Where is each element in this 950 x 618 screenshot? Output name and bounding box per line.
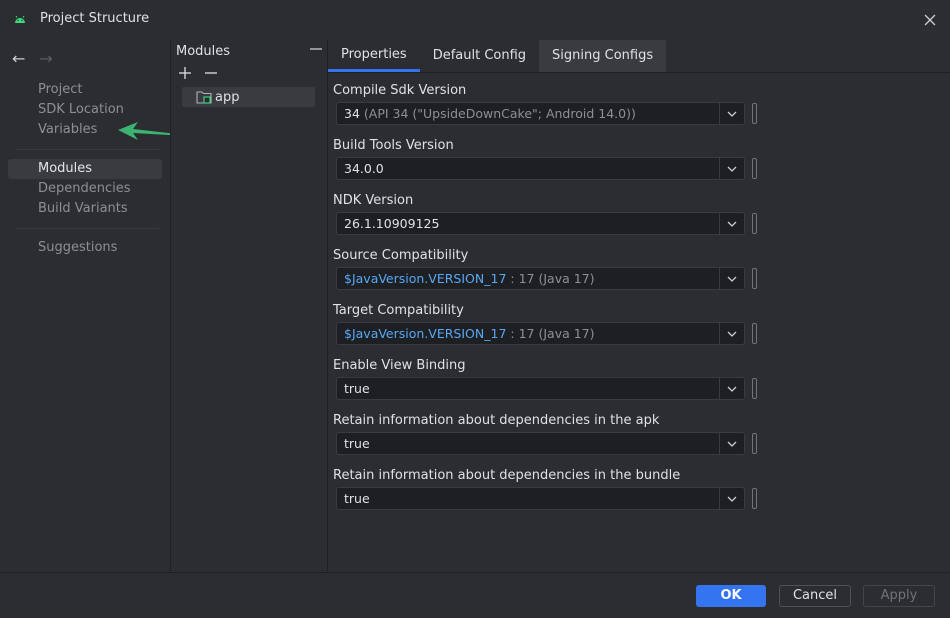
- browse-handle[interactable]: [752, 488, 757, 509]
- browse-handle[interactable]: [752, 433, 757, 454]
- chevron-down-icon[interactable]: [726, 439, 738, 449]
- build-tools-combobox[interactable]: 34.0.0: [336, 157, 745, 180]
- minus-icon: [205, 72, 217, 74]
- nav-arrows: ← →: [12, 49, 53, 68]
- tab-default-config[interactable]: Default Config: [420, 40, 539, 72]
- forward-arrow-icon[interactable]: →: [39, 49, 52, 68]
- chevron-down-icon[interactable]: [726, 164, 738, 174]
- nav-divider: [16, 228, 159, 229]
- chevron-down-icon[interactable]: [726, 109, 738, 119]
- module-folder-icon: [196, 91, 212, 104]
- browse-handle[interactable]: [752, 378, 757, 399]
- combo-value-link: $JavaVersion.VERSION_17: [344, 271, 507, 286]
- source-compat-combobox[interactable]: $JavaVersion.VERSION_17 : 17 (Java 17): [336, 267, 745, 290]
- nav-item-project[interactable]: Project: [8, 80, 162, 100]
- combo-value-text: : 17: [510, 271, 535, 286]
- field-label: Target Compatibility: [333, 303, 464, 318]
- chevron-down-icon[interactable]: [726, 384, 738, 394]
- tab-bar: Properties Default Config Signing Config…: [328, 40, 667, 73]
- combo-value: true: [344, 436, 370, 451]
- retain-bundle-combobox[interactable]: true: [336, 487, 745, 510]
- modules-toolbar: [177, 65, 219, 81]
- field-label: NDK Version: [333, 193, 414, 208]
- combo-value: 26.1.10909125: [344, 216, 440, 231]
- combo-value-link: $JavaVersion.VERSION_17: [344, 326, 507, 341]
- combo-separator: [719, 433, 720, 454]
- dialog-footer: OK Cancel Apply: [0, 572, 950, 618]
- chevron-down-icon[interactable]: [726, 219, 738, 229]
- window-title: Project Structure: [40, 11, 150, 26]
- field-label: Source Compatibility: [333, 248, 469, 263]
- combo-value-text: 34: [344, 106, 360, 121]
- combo-separator: [719, 268, 720, 289]
- compile-sdk-combobox[interactable]: 34 (API 34 ("UpsideDownCake"; Android 14…: [336, 102, 745, 125]
- tab-signing-configs[interactable]: Signing Configs: [539, 40, 667, 72]
- nav-item-sdk-location[interactable]: SDK Location: [8, 100, 162, 120]
- combo-separator: [719, 213, 720, 234]
- combo-value: $JavaVersion.VERSION_17 : 17 (Java 17): [344, 326, 595, 341]
- title-bar: Project Structure: [0, 0, 950, 40]
- combo-value: 34 (API 34 ("UpsideDownCake"; Android 14…: [344, 106, 636, 121]
- back-arrow-icon[interactable]: ←: [12, 49, 25, 68]
- browse-handle[interactable]: [752, 268, 757, 289]
- combo-separator: [719, 488, 720, 509]
- combo-separator: [719, 103, 720, 124]
- view-binding-combobox[interactable]: true: [336, 377, 745, 400]
- combo-separator: [719, 158, 720, 179]
- browse-handle[interactable]: [752, 213, 757, 234]
- module-item-app[interactable]: app: [182, 87, 315, 107]
- close-icon: [924, 14, 936, 26]
- tab-properties[interactable]: Properties: [328, 40, 420, 72]
- browse-handle[interactable]: [752, 158, 757, 179]
- field-label: Compile Sdk Version: [333, 83, 467, 98]
- nav-divider: [16, 149, 159, 150]
- ok-button[interactable]: OK: [696, 585, 766, 607]
- ndk-version-combobox[interactable]: 26.1.10909125: [336, 212, 745, 235]
- combo-value: 34.0.0: [344, 161, 384, 176]
- android-icon: [15, 15, 25, 23]
- browse-handle[interactable]: [752, 323, 757, 344]
- cancel-button[interactable]: Cancel: [779, 585, 851, 607]
- nav-item-build-variants[interactable]: Build Variants: [8, 199, 162, 219]
- retain-apk-combobox[interactable]: true: [336, 432, 745, 455]
- combo-value-hint: (API 34 ("UpsideDownCake"; Android 14.0)…: [363, 106, 636, 121]
- target-compat-combobox[interactable]: $JavaVersion.VERSION_17 : 17 (Java 17): [336, 322, 745, 345]
- combo-value-text: : 17: [510, 326, 535, 341]
- modules-header: Modules: [176, 44, 231, 59]
- field-label: Retain information about dependencies in…: [333, 413, 660, 428]
- browse-handle[interactable]: [752, 103, 757, 124]
- field-label: Build Tools Version: [333, 138, 454, 153]
- field-label: Enable View Binding: [333, 358, 466, 373]
- combo-separator: [719, 378, 720, 399]
- combo-value: $JavaVersion.VERSION_17 : 17 (Java 17): [344, 271, 595, 286]
- modules-panel: Modules app: [171, 40, 327, 571]
- add-module-button[interactable]: [177, 65, 193, 81]
- chevron-down-icon[interactable]: [726, 494, 738, 504]
- nav-item-suggestions[interactable]: Suggestions: [8, 238, 162, 258]
- nav-item-modules[interactable]: Modules: [8, 159, 162, 179]
- combo-separator: [719, 323, 720, 344]
- close-button[interactable]: [918, 8, 942, 32]
- properties-panel: Properties Default Config Signing Config…: [328, 40, 950, 571]
- field-label: Retain information about dependencies in…: [333, 468, 681, 483]
- tab-underline: [328, 72, 950, 73]
- module-label: app: [215, 89, 240, 105]
- remove-module-button[interactable]: [203, 65, 219, 81]
- combo-value-hint: (Java 17): [538, 326, 595, 341]
- minimize-icon[interactable]: [309, 42, 323, 56]
- apply-button[interactable]: Apply: [863, 585, 935, 607]
- plus-icon: [179, 67, 191, 79]
- chevron-down-icon[interactable]: [726, 274, 738, 284]
- chevron-down-icon[interactable]: [726, 329, 738, 339]
- combo-value-hint: (Java 17): [538, 271, 595, 286]
- nav-item-dependencies[interactable]: Dependencies: [8, 179, 162, 199]
- combo-value: true: [344, 381, 370, 396]
- combo-value: true: [344, 491, 370, 506]
